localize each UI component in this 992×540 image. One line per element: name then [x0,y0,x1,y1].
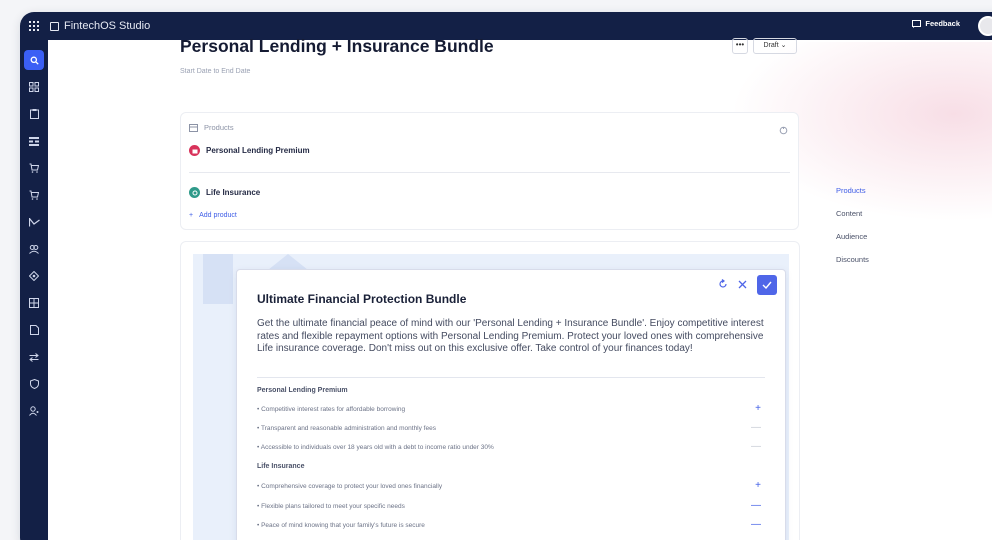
list-item[interactable]: • Accessible to individuals over 18 year… [257,442,767,452]
lending-icon [189,145,200,156]
plus-icon: + [189,212,194,219]
apps-grid-icon[interactable] [20,12,48,40]
basket-icon [29,190,39,200]
sidebar-item-transfers[interactable] [24,347,44,367]
page-title: Personal Lending + Insurance Bundle [180,36,494,56]
section-label: Personal Lending Premium [257,387,348,394]
sidebar-item-security[interactable] [24,374,44,394]
sidebar-item-catalog[interactable] [24,131,44,151]
list-item[interactable]: • Flexible plans tailored to meet your s… [257,501,767,511]
date-range[interactable]: Start Date to End Date [180,68,250,75]
add-product-button[interactable]: + Add product [189,212,237,219]
catalog-icon [29,136,39,146]
users-icon [29,245,39,254]
minus-icon[interactable]: — [751,423,761,433]
dashboard-icon [29,82,39,92]
list-item[interactable]: • Peace of mind knowing that your family… [257,520,767,530]
content-editor[interactable]: Ultimate Financial Protection Bundle Get… [236,269,786,540]
products-card: Products Personal Lending Premium Life I… [180,112,799,230]
insurance-icon [189,187,200,198]
divider [189,172,790,173]
list-item[interactable]: • Competitive interest rates for afforda… [257,404,767,414]
clipboard-icon [29,109,39,119]
plus-icon[interactable]: + [755,404,761,414]
sidebar-item-documents[interactable] [24,104,44,124]
divider [257,377,765,378]
cart-icon [29,163,39,173]
sidebar-item-reports[interactable] [24,293,44,313]
more-options-button[interactable]: ••• [732,38,748,54]
report-icon [29,298,39,308]
feedback-label: Feedback [925,19,960,28]
status-dropdown[interactable]: Draft ⌄ [753,38,797,54]
chevron-down-icon: ⌄ [780,42,787,49]
sidebar-item-cart[interactable] [24,158,44,178]
file-icon [29,325,39,335]
feedback-icon [912,19,922,28]
top-bar: FintechOS Studio Feedback [20,12,992,40]
editor-body[interactable]: Get the ultimate financial peace of mind… [257,318,767,356]
shield-icon [29,379,39,389]
section-nav-products[interactable]: Products [836,186,869,195]
status-label: Draft [763,42,779,49]
sidebar-item-user-settings[interactable] [24,401,44,421]
feedback-button[interactable]: Feedback [912,19,960,28]
bullet-text: Transparent and reasonable administratio… [260,425,436,432]
sidebar-item-integrations[interactable] [24,266,44,286]
check-icon [762,281,772,289]
bullet-text: Competitive interest rates for affordabl… [261,406,406,413]
product-item[interactable]: Personal Lending Premium [189,145,310,156]
sidebar-item-audience[interactable] [24,239,44,259]
product-name: Personal Lending Premium [206,146,310,155]
product-name: Life Insurance [206,188,261,197]
minus-icon[interactable]: — [751,442,761,452]
brand-name: FintechOS Studio [64,20,151,32]
list-item[interactable]: • Transparent and reasonable administrat… [257,423,767,433]
confirm-button[interactable] [757,275,777,295]
transfer-icon [29,352,39,362]
bullet-text: Accessible to individuals over 18 years … [260,444,494,451]
brand[interactable]: FintechOS Studio [50,20,150,32]
sidebar-item-files[interactable] [24,320,44,340]
sidebar-item-journeys[interactable] [24,212,44,232]
route-icon [28,217,40,226]
bullet-text: Peace of mind knowing that your family's… [261,522,425,529]
plus-icon[interactable]: + [755,481,761,491]
puzzle-icon [29,271,39,281]
editor-title[interactable]: Ultimate Financial Protection Bundle [257,292,466,306]
products-header-label: Products [204,123,234,132]
minus-icon[interactable]: — [751,501,761,511]
products-icon [189,123,198,132]
section-nav: Products Content Audience Discounts [836,186,869,278]
search-icon [30,56,39,65]
sidebar-item-orders[interactable] [24,185,44,205]
brand-logo-icon [50,21,59,31]
list-item[interactable]: • Comprehensive coverage to protect your… [257,481,767,491]
close-icon[interactable] [738,276,747,294]
avatar[interactable] [978,16,992,36]
minus-icon[interactable]: — [751,520,761,530]
section-nav-discounts[interactable]: Discounts [836,255,869,264]
sidebar-item-dashboard[interactable] [24,77,44,97]
refresh-icon[interactable] [779,122,788,140]
products-header: Products [189,123,234,132]
sidebar-item-search[interactable] [24,50,44,70]
section-nav-content[interactable]: Content [836,209,869,218]
editor-actions [718,275,777,295]
user-settings-icon [29,406,39,416]
bullet-text: Comprehensive coverage to protect your l… [261,483,443,490]
add-product-label: Add product [199,212,237,219]
bullet-text: Flexible plans tailored to meet your spe… [261,503,405,510]
product-item[interactable]: Life Insurance [189,187,260,198]
regenerate-icon[interactable] [718,276,728,294]
section-nav-audience[interactable]: Audience [836,232,869,241]
section-label: Life Insurance [257,463,305,470]
sidebar [20,40,48,540]
